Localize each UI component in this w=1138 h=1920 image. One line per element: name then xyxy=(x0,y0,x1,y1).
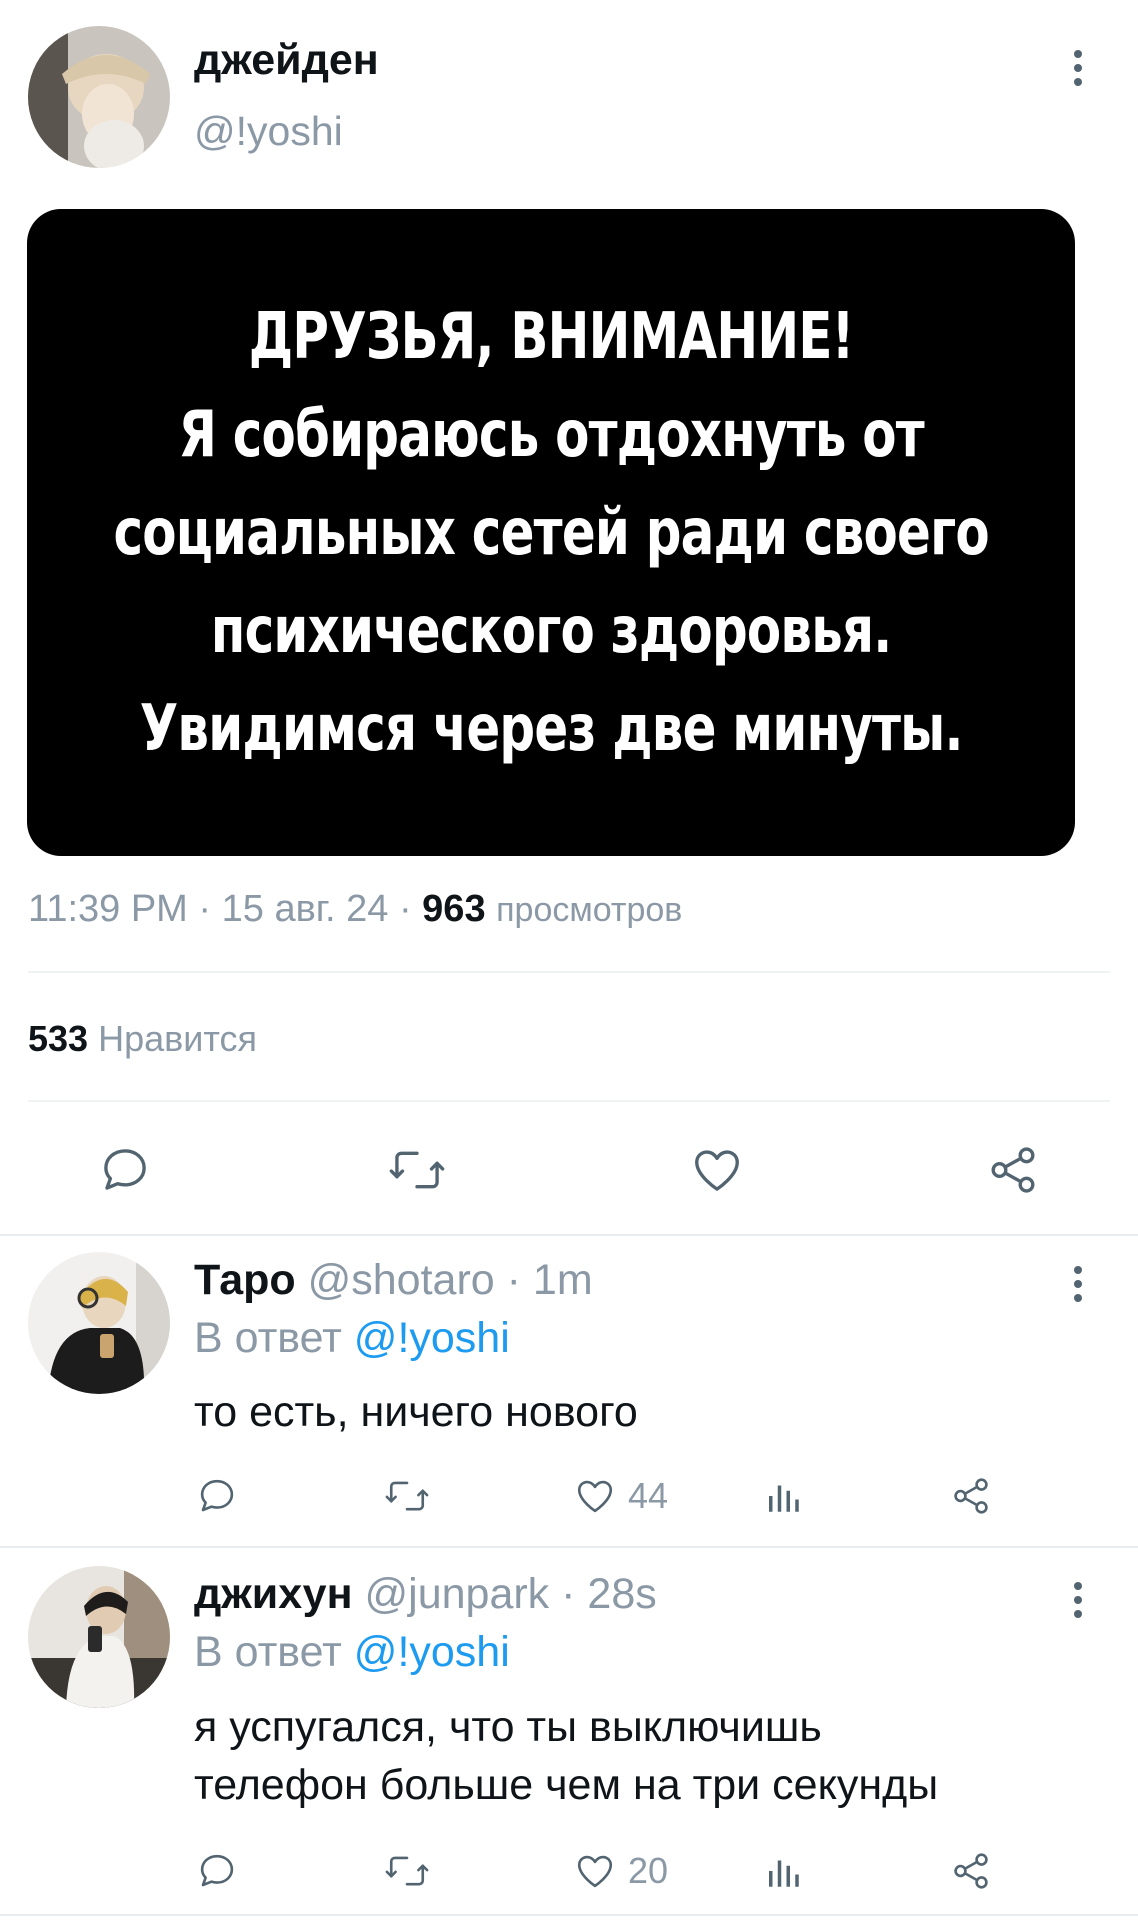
more-icon[interactable] xyxy=(1074,1582,1084,1624)
reply-avatar[interactable] xyxy=(28,1566,170,1708)
retweet-icon[interactable] xyxy=(384,1475,430,1517)
separator: · xyxy=(561,1570,576,1618)
share-icon[interactable] xyxy=(986,1143,1040,1197)
views-label: просмотров xyxy=(496,891,683,929)
reply-icon[interactable] xyxy=(98,1143,152,1197)
reply-prefix: В ответ xyxy=(194,1314,342,1362)
author-avatar[interactable] xyxy=(28,26,170,168)
reply-avatar[interactable] xyxy=(28,1252,170,1394)
author-name[interactable]: джейден xyxy=(194,36,379,85)
divider xyxy=(28,971,1110,973)
share-icon[interactable] xyxy=(950,1475,992,1517)
divider xyxy=(0,1546,1138,1548)
divider xyxy=(28,1100,1110,1102)
views-icon[interactable] xyxy=(762,1850,804,1892)
reply-to-link[interactable]: @!yoshi xyxy=(354,1314,510,1362)
reply-header: Таро @shotaro · 1m xyxy=(194,1256,593,1305)
views-icon[interactable] xyxy=(762,1475,804,1517)
reply-time: 28s xyxy=(587,1570,657,1618)
reply-time: 1m xyxy=(532,1256,593,1304)
author-handle[interactable]: @!yoshi xyxy=(194,108,343,155)
like-button[interactable]: 44 xyxy=(574,1475,668,1517)
retweet-icon[interactable] xyxy=(388,1143,446,1197)
tweet-meta: 11:39 PM · 15 авг. 24 · 963 просмотров xyxy=(28,888,682,931)
more-icon[interactable] xyxy=(1074,1266,1084,1308)
like-icon xyxy=(574,1850,616,1892)
reply-text-line: телефон больше чем на три секунды xyxy=(194,1761,939,1809)
reply-context: В ответ @!yoshi xyxy=(194,1628,510,1677)
divider xyxy=(0,1234,1138,1236)
share-icon[interactable] xyxy=(950,1850,992,1892)
like-count: 20 xyxy=(628,1850,669,1891)
reply-author-name[interactable]: Таро xyxy=(194,1256,296,1304)
reply-prefix: В ответ xyxy=(194,1628,342,1676)
likes-summary[interactable]: 533 Нравится xyxy=(28,1018,257,1060)
likes-count: 533 xyxy=(28,1018,89,1059)
reply-icon[interactable] xyxy=(196,1475,238,1517)
tweet-image-text: ДРУЗЬЯ, ВНИМАНИЕ! Я собираюсь отдохнуть … xyxy=(113,299,989,766)
reply-icon[interactable] xyxy=(196,1850,238,1892)
tweet-time: 11:39 PM xyxy=(28,888,188,930)
reply-text-line: я успугался, что ты выключишь xyxy=(194,1703,822,1751)
divider xyxy=(0,1914,1138,1916)
tweet-image[interactable]: ДРУЗЬЯ, ВНИМАНИЕ! Я собираюсь отдохнуть … xyxy=(27,209,1075,856)
separator: · xyxy=(398,888,412,930)
like-icon[interactable] xyxy=(690,1143,744,1197)
reply-author-handle[interactable]: @shotaro xyxy=(308,1256,495,1304)
reply-header: джихун @junpark · 28s xyxy=(194,1570,657,1619)
reply-text: то есть, ничего нового xyxy=(194,1388,638,1436)
like-icon xyxy=(574,1475,616,1517)
separator: · xyxy=(506,1256,521,1304)
reply-author-name[interactable]: джихун xyxy=(194,1570,353,1618)
likes-label: Нравится xyxy=(98,1018,257,1059)
views-count: 963 xyxy=(422,888,486,930)
reply-text: я успугался, что ты выключишь телефон бо… xyxy=(194,1698,938,1814)
retweet-icon[interactable] xyxy=(384,1850,430,1892)
more-icon[interactable] xyxy=(1074,50,1084,92)
like-count: 44 xyxy=(628,1475,669,1516)
separator: · xyxy=(198,888,212,930)
reply-author-handle[interactable]: @junpark xyxy=(365,1570,550,1618)
reply-context: В ответ @!yoshi xyxy=(194,1314,510,1363)
tweet-date: 15 авг. 24 xyxy=(221,888,389,930)
reply-to-link[interactable]: @!yoshi xyxy=(354,1628,510,1676)
like-button[interactable]: 20 xyxy=(574,1850,668,1892)
